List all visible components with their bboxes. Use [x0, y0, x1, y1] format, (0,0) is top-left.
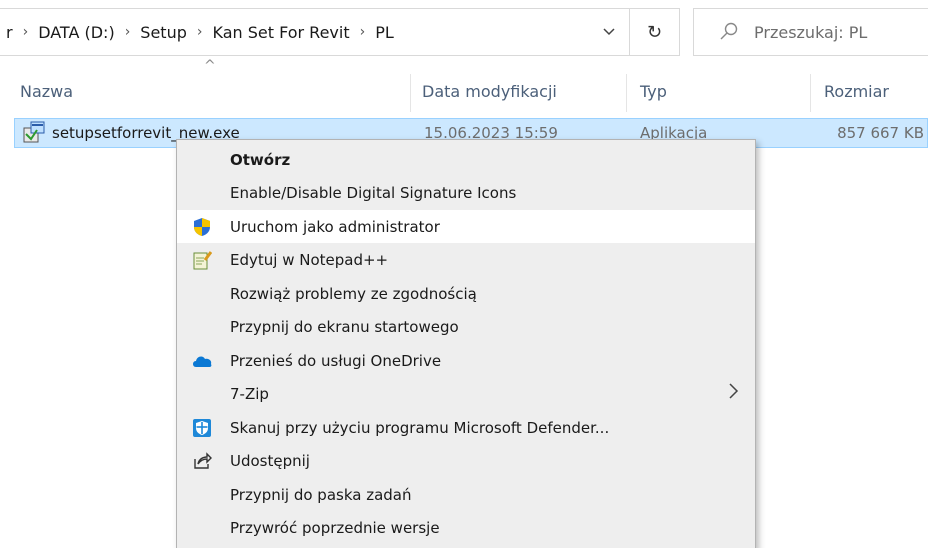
defender-icon [191, 417, 213, 439]
menu-item-open[interactable]: Otwórz [177, 143, 755, 176]
chevron-down-icon[interactable] [601, 23, 617, 43]
menu-item-defender-scan[interactable]: Skanuj przy użyciu programu Microsoft De… [177, 411, 755, 444]
menu-item-label: Enable/Disable Digital Signature Icons [230, 183, 517, 202]
breadcrumb-chevron-icon[interactable]: › [354, 24, 372, 40]
menu-item-label: Rozwiąż problemy ze zgodnością [230, 284, 477, 303]
column-divider[interactable] [626, 74, 627, 112]
uac-shield-icon [191, 216, 213, 238]
installer-icon [22, 120, 46, 144]
address-bar[interactable]: r › DATA (D:) › Setup › Kan Set For Revi… [0, 8, 630, 56]
breadcrumb-item-data-drive[interactable]: DATA (D:) [34, 23, 119, 42]
breadcrumb: r › DATA (D:) › Setup › Kan Set For Revi… [0, 23, 398, 42]
search-input[interactable]: Przeszukaj: PL [693, 8, 928, 56]
menu-item-label: Edytuj w Notepad++ [230, 250, 389, 269]
search-icon [718, 21, 740, 43]
column-header-type[interactable]: Typ [640, 82, 667, 101]
column-divider[interactable] [410, 74, 411, 112]
menu-item-notepad-plus-plus[interactable]: Edytuj w Notepad++ [177, 243, 755, 276]
refresh-icon: ↻ [646, 21, 663, 43]
menu-item-label: Otwórz [230, 150, 291, 169]
breadcrumb-item-pl[interactable]: PL [371, 23, 398, 42]
breadcrumb-chevron-icon[interactable]: › [119, 24, 137, 40]
submenu-chevron-right-icon [727, 382, 739, 405]
menu-item-label: Przypnij do paska zadań [230, 485, 412, 504]
menu-item-run-as-admin[interactable]: Uruchom jako administrator [177, 210, 755, 243]
menu-item-pin-to-taskbar[interactable]: Przypnij do paska zadań [177, 478, 755, 511]
menu-item-label: Przywróć poprzednie wersje [230, 518, 440, 537]
menu-item-label: 7-Zip [230, 384, 269, 403]
menu-item-7zip[interactable]: 7-Zip [177, 377, 755, 410]
column-header-size[interactable]: Rozmiar [824, 82, 889, 101]
menu-item-share[interactable]: Udostępnij [177, 444, 755, 477]
column-header-date[interactable]: Data modyfikacji [422, 82, 557, 101]
menu-item-restore-previous-versions[interactable]: Przywróć poprzednie wersje [177, 511, 755, 544]
file-size: 857 667 KB [837, 124, 924, 142]
share-icon [191, 450, 213, 472]
onedrive-icon [191, 350, 213, 372]
menu-item-digital-signature[interactable]: Enable/Disable Digital Signature Icons [177, 176, 755, 209]
menu-item-label: Skanuj przy użyciu programu Microsoft De… [230, 418, 610, 437]
breadcrumb-item-truncated[interactable]: r [2, 23, 17, 42]
notepad-plus-plus-icon [191, 249, 213, 271]
menu-item-label: Uruchom jako administrator [230, 217, 440, 236]
breadcrumb-item-kan-set[interactable]: Kan Set For Revit [208, 23, 353, 42]
column-header-name[interactable]: Nazwa [20, 82, 73, 101]
menu-item-troubleshoot-compatibility[interactable]: Rozwiąż problemy ze zgodnością [177, 277, 755, 310]
menu-item-label: Udostępnij [230, 451, 310, 470]
menu-item-label: Przypnij do ekranu startowego [230, 317, 459, 336]
menu-item-move-to-onedrive[interactable]: Przenieś do usługi OneDrive [177, 344, 755, 377]
breadcrumb-chevron-icon[interactable]: › [17, 24, 35, 40]
search-placeholder: Przeszukaj: PL [754, 22, 868, 42]
sort-ascending-icon: ^ [204, 58, 216, 74]
breadcrumb-chevron-icon[interactable]: › [191, 24, 209, 40]
column-divider[interactable] [810, 74, 811, 112]
menu-item-label: Przenieś do usługi OneDrive [230, 351, 442, 370]
breadcrumb-item-setup[interactable]: Setup [136, 23, 191, 42]
menu-item-pin-to-start[interactable]: Przypnij do ekranu startowego [177, 310, 755, 343]
refresh-button[interactable]: ↻ [630, 8, 680, 56]
context-menu: Otwórz Enable/Disable Digital Signature … [176, 139, 756, 548]
